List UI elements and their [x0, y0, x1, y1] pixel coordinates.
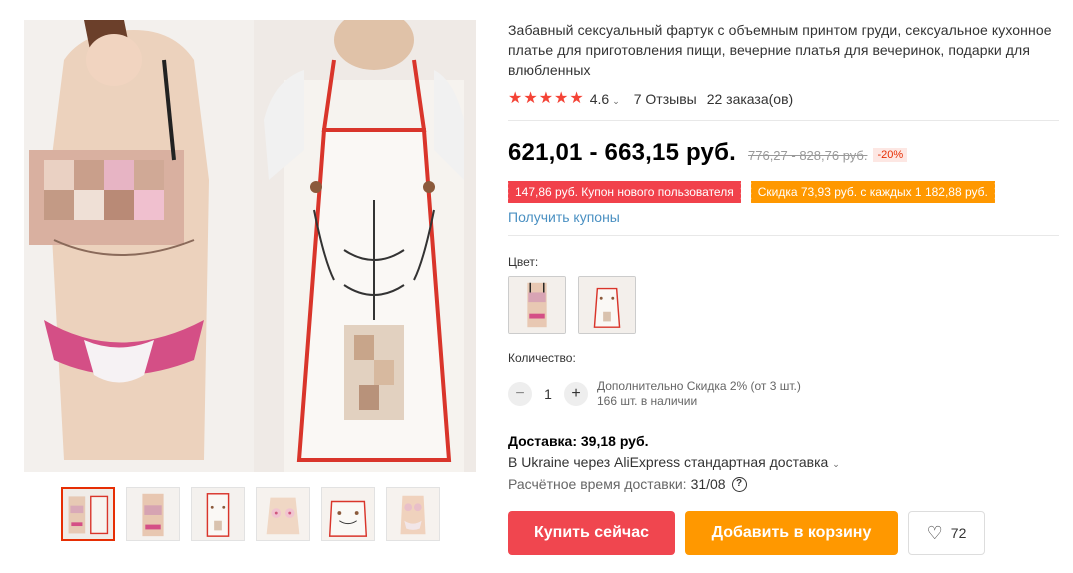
- star-icon: ★: [538, 90, 554, 107]
- buy-now-button[interactable]: Купить сейчас: [508, 511, 675, 555]
- color-label: Цвет:: [508, 255, 539, 269]
- star-icon: ★: [523, 90, 538, 107]
- bulk-discount-note: Дополнительно Скидка 2% (от 3 шт.): [597, 379, 801, 393]
- coupon-list: 147,86 руб. Купон нового пользователя Ск…: [506, 181, 1059, 203]
- thumbnail-1[interactable]: [61, 487, 115, 541]
- star-icon: ★: [569, 90, 584, 107]
- wishlist-button[interactable]: ♡ 72: [908, 511, 985, 555]
- add-to-cart-button[interactable]: Добавить в корзину: [685, 511, 898, 555]
- chevron-down-icon: ⌄: [832, 459, 840, 469]
- new-user-coupon[interactable]: 147,86 руб. Купон нового пользователя: [506, 181, 743, 203]
- quantity-plus-button[interactable]: +: [564, 382, 588, 406]
- color-swatches: [508, 276, 1059, 334]
- color-swatch-female[interactable]: [508, 276, 566, 334]
- delivery-eta: Расчётное время доставки: 31/08 ?: [508, 476, 1059, 492]
- thumbnail-2[interactable]: [126, 487, 180, 541]
- thumbnail-6[interactable]: [386, 487, 440, 541]
- quantity-minus-button[interactable]: −: [508, 382, 532, 406]
- product-info-panel: Забавный сексуальный фартук с объемным п…: [506, 20, 1059, 555]
- reviews-link[interactable]: 7 Отзывы: [634, 91, 697, 107]
- divider: [508, 235, 1059, 236]
- thumbnail-strip: [61, 487, 440, 541]
- store-discount-coupon[interactable]: Скидка 73,93 руб. с каждых 1 182,88 руб.: [748, 181, 998, 203]
- product-title: Забавный сексуальный фартук с объемным п…: [508, 22, 1052, 78]
- get-coupons-link[interactable]: Получить купоны: [508, 209, 620, 225]
- wishlist-count: 72: [950, 525, 967, 541]
- product-main-image[interactable]: [24, 20, 476, 472]
- quantity-value[interactable]: 1: [532, 386, 564, 402]
- color-swatch-male[interactable]: [578, 276, 636, 334]
- delivery-title: Доставка: 39,18 руб.: [508, 433, 649, 449]
- heart-icon: ♡: [926, 523, 943, 543]
- original-price: 776,27 - 828,76 руб.: [748, 148, 868, 163]
- thumbnail-3[interactable]: [191, 487, 245, 541]
- delivery-eta-label: Расчётное время доставки:: [508, 476, 687, 492]
- divider: [508, 120, 1059, 121]
- rating-value[interactable]: 4.6 ⌄: [590, 91, 620, 107]
- star-icon: ★: [508, 90, 523, 107]
- price-row: 621,01 - 663,15 руб. 776,27 - 828,76 руб…: [508, 139, 1059, 169]
- star-rating: ★ ★ ★ ★ ★: [508, 91, 584, 107]
- orders-count: 22 заказа(ов): [706, 91, 794, 107]
- chevron-down-icon: ⌄: [612, 96, 620, 106]
- star-icon: ★: [554, 90, 569, 107]
- quantity-stepper: − 1 + Дополнительно Скидка 2% (от 3 шт.)…: [508, 379, 1059, 409]
- thumbnail-5[interactable]: [321, 487, 375, 541]
- thumbnail-4[interactable]: [256, 487, 310, 541]
- action-buttons: Купить сейчас Добавить в корзину ♡ 72: [508, 511, 1059, 555]
- stock-note: 166 шт. в наличии: [597, 394, 698, 408]
- help-icon[interactable]: ?: [731, 476, 747, 492]
- rating-row: ★ ★ ★ ★ ★ 4.6 ⌄ 7 Отзывы 22 заказа(ов): [508, 88, 1059, 110]
- delivery-method-select[interactable]: В Ukraine через AliExpress стандартная д…: [508, 454, 1059, 470]
- delivery-eta-date: 31/08: [690, 476, 726, 492]
- current-price: 621,01 - 663,15 руб.: [508, 139, 736, 166]
- discount-badge: -20%: [873, 148, 908, 162]
- quantity-note: Дополнительно Скидка 2% (от 3 шт.) 166 ш…: [597, 379, 801, 409]
- quantity-label: Количество:: [508, 351, 576, 365]
